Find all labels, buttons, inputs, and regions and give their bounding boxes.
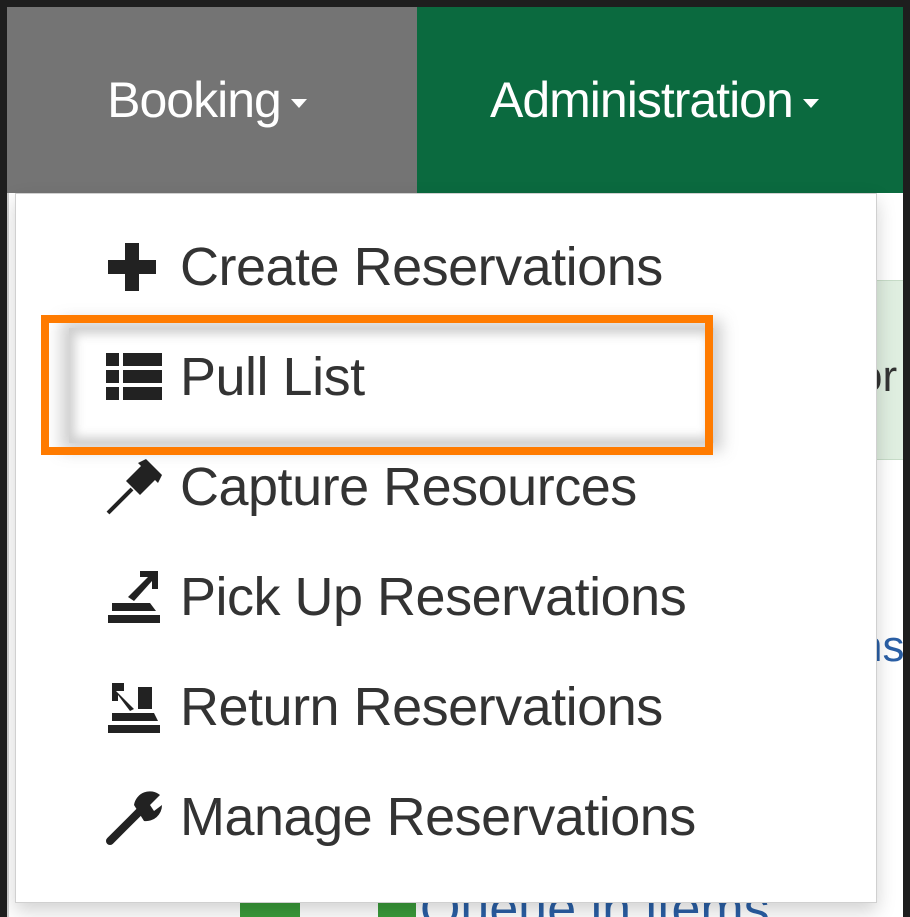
nav-administration-label: Administration (490, 72, 794, 128)
top-navbar: Booking Administration (7, 7, 910, 193)
menu-item-return-reservations[interactable]: Return Reservations (104, 676, 663, 738)
caret-down-icon (290, 98, 307, 108)
booking-dropdown-menu: Create Reservations Pull List Capture Re… (15, 193, 877, 903)
menu-item-label: Manage Reservations (180, 787, 696, 847)
return-icon (104, 677, 176, 737)
nav-booking-menu[interactable]: Booking (7, 7, 417, 193)
menu-item-manage-reservations[interactable]: Manage Reservations (104, 786, 696, 848)
page-left-border (7, 193, 9, 917)
plus-icon (104, 237, 176, 297)
pickup-icon (104, 567, 176, 627)
menu-item-label: Pick Up Reservations (180, 567, 687, 627)
menu-item-capture-resources[interactable]: Capture Resources (104, 456, 637, 518)
annotation-highlight-box (41, 315, 713, 455)
caret-down-icon (802, 98, 819, 108)
pushpin-icon (104, 457, 176, 517)
wrench-icon (104, 787, 176, 847)
menu-item-label: Create Reservations (180, 237, 663, 297)
nav-booking-label: Booking (107, 72, 282, 128)
menu-item-pick-up-reservations[interactable]: Pick Up Reservations (104, 566, 687, 628)
nav-administration-menu[interactable]: Administration (417, 7, 819, 193)
menu-item-label: Capture Resources (180, 457, 637, 517)
menu-item-label: Return Reservations (180, 677, 663, 737)
menu-item-create-reservations[interactable]: Create Reservations (104, 236, 663, 298)
